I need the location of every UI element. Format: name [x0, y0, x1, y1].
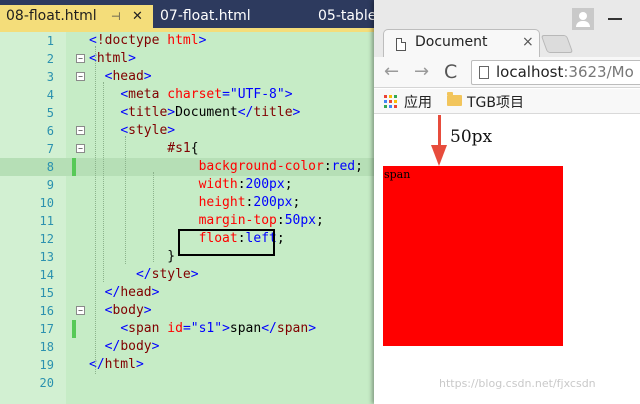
indent-guide — [125, 136, 126, 264]
span-text: span — [384, 168, 411, 181]
browser-toolbar: ← → C localhost:3623/Mo — [374, 57, 640, 88]
line-number: 14 — [39, 268, 54, 282]
profile-icon[interactable] — [572, 8, 594, 30]
code-text: <html> — [89, 51, 136, 66]
page-icon — [479, 66, 489, 79]
fold-toggle-icon[interactable]: − — [76, 126, 85, 135]
change-marker — [72, 158, 76, 176]
line-number: 10 — [39, 196, 54, 210]
tab-label: 08-float.html — [6, 8, 97, 24]
document-icon — [396, 38, 406, 51]
forward-icon[interactable]: → — [414, 61, 429, 82]
browser-window: Document × ← → C localhost:3623/Mo 应用 TG… — [374, 0, 640, 404]
fold-toggle-icon[interactable]: − — [76, 144, 85, 153]
line-number: 17 — [39, 322, 54, 336]
new-tab-button[interactable] — [540, 35, 574, 53]
line-number: 11 — [39, 214, 54, 228]
bookmark-apps[interactable]: 应用 — [404, 92, 432, 112]
code-text: } — [167, 249, 176, 264]
line-number: 6 — [46, 124, 54, 138]
address-bar[interactable]: localhost:3623/Mo — [471, 60, 640, 85]
close-icon[interactable]: ✕ — [132, 5, 143, 28]
line-number: 8 — [46, 160, 54, 174]
tab-07-float[interactable]: 07-float.html — [160, 5, 251, 28]
line-number: 7 — [46, 142, 54, 156]
tab-05-table[interactable]: 05-table — [318, 5, 376, 28]
arrow-head-icon — [431, 145, 447, 166]
line-number: 9 — [46, 178, 54, 192]
browser-titlebar: Document × — [374, 0, 640, 57]
code-text: <head> — [104, 69, 152, 84]
browser-tab-title: Document — [415, 34, 488, 50]
minimize-icon[interactable] — [608, 18, 622, 20]
pin-icon[interactable]: ⊣ — [111, 5, 121, 28]
indent-guide — [153, 172, 154, 262]
code-text: <style> — [120, 123, 176, 138]
browser-tab[interactable]: Document × — [383, 29, 540, 57]
code-text: width:200px; — [198, 177, 293, 192]
code-text: <title>Document</title> — [120, 105, 301, 120]
change-marker — [72, 320, 76, 338]
arrow-annotation — [438, 115, 441, 149]
line-number: 2 — [46, 52, 54, 66]
line-number: 4 — [46, 88, 54, 102]
line-number: 19 — [39, 358, 54, 372]
code-text: </head> — [104, 285, 160, 300]
line-number: 1 — [46, 34, 54, 48]
margin-annotation: 50px — [450, 127, 493, 147]
line-number: 5 — [46, 106, 54, 120]
close-icon[interactable]: × — [522, 34, 534, 50]
indent-guide — [103, 82, 104, 282]
line-number: 13 — [39, 250, 54, 264]
code-text: #s1{ — [167, 141, 199, 156]
tab-label: 07-float.html — [160, 8, 251, 24]
apps-grid-icon[interactable] — [384, 95, 397, 108]
reload-icon[interactable]: C — [444, 61, 457, 83]
code-text: background-color:red; — [198, 159, 363, 174]
back-icon[interactable]: ← — [384, 61, 399, 82]
page-viewport: 50px span https://blog.csdn.net/fjxcsdn — [374, 115, 640, 404]
code-text: <meta charset="UTF-8"> — [120, 87, 293, 102]
line-number: 12 — [39, 232, 54, 246]
indent-guide — [95, 46, 96, 374]
code-text: </style> — [135, 267, 199, 282]
fold-toggle-icon[interactable]: − — [76, 306, 85, 315]
line-number: 3 — [46, 70, 54, 84]
fold-toggle-icon[interactable]: − — [76, 54, 85, 63]
folder-icon — [447, 92, 462, 106]
code-text: </body> — [104, 339, 160, 354]
url-text: localhost:3623/Mo — [496, 63, 634, 81]
code-text: </html> — [89, 357, 144, 372]
code-text: <!doctype html> — [89, 33, 207, 48]
highlight-box — [178, 229, 275, 256]
line-number: 18 — [39, 340, 54, 354]
tab-label: 05-table — [318, 8, 377, 24]
line-number: 16 — [39, 304, 54, 318]
floated-span-box: span — [383, 166, 563, 346]
bookmarks-bar: 应用 TGB项目 — [374, 89, 640, 114]
line-number: 20 — [39, 376, 54, 390]
code-text: <body> — [104, 303, 152, 318]
line-number: 15 — [39, 286, 54, 300]
code-text: height:200px; — [198, 195, 301, 210]
watermark: https://blog.csdn.net/fjxcsdn — [439, 377, 596, 390]
fold-toggle-icon[interactable]: − — [76, 72, 85, 81]
code-text: <span id="s1">span</span> — [120, 321, 317, 336]
tab-08-float[interactable]: 08-float.html ⊣ ✕ — [0, 5, 153, 28]
bookmark-tgb-folder[interactable]: TGB项目 — [467, 92, 524, 112]
